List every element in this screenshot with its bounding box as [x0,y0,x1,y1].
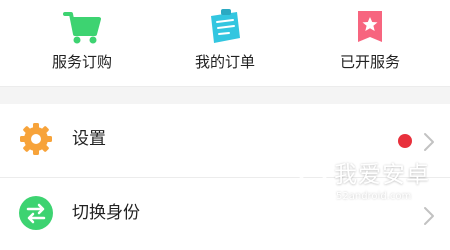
order-clipboard-icon [211,9,240,43]
chevron-right-icon [424,207,434,225]
chevron-right-icon [424,133,434,151]
switch-identity-label: 切换身份 [72,203,140,223]
service-order-button[interactable]: 服务订购 [7,0,157,86]
settings-row[interactable]: 设置 [0,104,450,176]
section-divider [0,86,450,105]
switch-identity-row[interactable]: 切换身份 [0,177,450,250]
quick-actions-grid: 服务订购 我的订单 已开服务 [0,0,450,86]
active-services-label: 已开服务 [339,53,400,71]
active-services-button[interactable]: 已开服务 [295,0,445,86]
notification-dot [398,134,412,148]
my-orders-button[interactable]: 我的订单 [150,0,300,86]
gear-icon [20,123,52,155]
settings-label: 设置 [72,129,106,149]
shopping-cart-icon [63,12,101,44]
my-orders-label: 我的订单 [194,53,255,71]
service-ticket-icon [358,11,382,42]
switch-identity-icon [19,196,53,230]
service-order-label: 服务订购 [51,53,112,71]
